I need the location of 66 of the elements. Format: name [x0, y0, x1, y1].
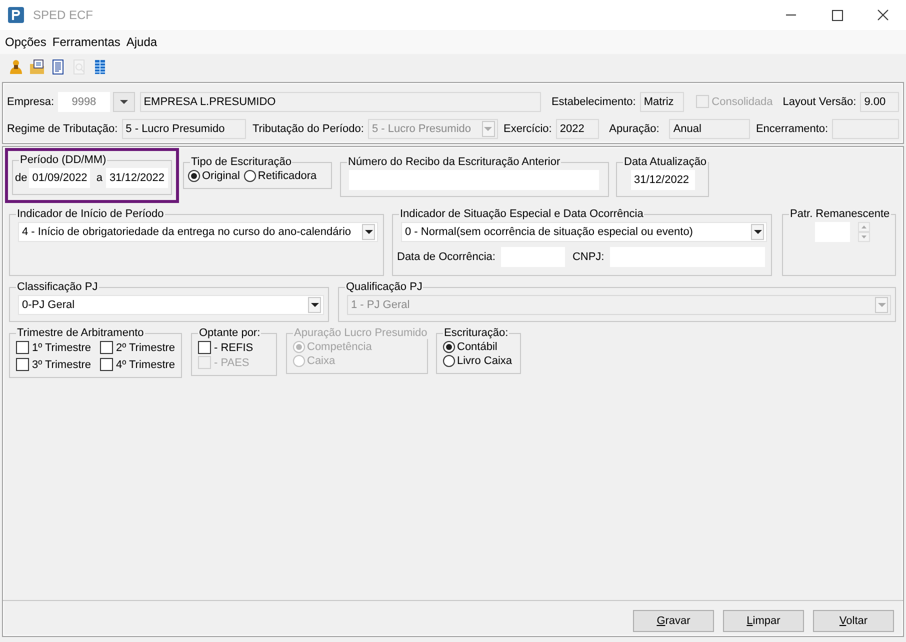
company-code-field[interactable]: 9998 [58, 92, 110, 112]
group-title: Indicador de Início de Período [16, 208, 165, 220]
encerramento-field [832, 118, 899, 138]
field-label: Exercício: [504, 122, 552, 134]
field-label: Empresa: [7, 96, 54, 108]
group-title: Escrituração: [443, 327, 510, 339]
establishment-field: Matriz [640, 92, 684, 112]
checkbox[interactable]: - REFIS [198, 341, 270, 354]
app-icon [8, 7, 24, 23]
group-title: Apuração Lucro Presumido [293, 327, 428, 339]
group-title: Data Atualização [623, 156, 708, 168]
group-title: Período (DD/MM) [19, 154, 108, 166]
folder-icon[interactable] [28, 59, 44, 75]
group-title: Optante por: [198, 327, 262, 339]
menu-item[interactable]: Ajuda [123, 33, 160, 51]
radio-button[interactable]: Contábil [443, 341, 510, 353]
apuracao-field: Anual [669, 118, 750, 138]
field-label: CNPJ: [572, 251, 604, 263]
radio-button[interactable]: Original [188, 170, 240, 182]
layout-version-field: 9.00 [860, 92, 900, 112]
action-button[interactable]: Limpar [723, 610, 804, 632]
radio-button[interactable]: Retificadora [244, 170, 317, 182]
classification-dropdown[interactable]: 0-PJ Geral [18, 295, 324, 315]
caret-icon [754, 230, 762, 234]
caret-icon [310, 303, 318, 307]
checkbox[interactable]: 4º Trimestre [100, 358, 184, 371]
caret-icon [364, 230, 372, 234]
field-label: Layout Versão: [782, 96, 856, 108]
field-label: Tributação do Período: [252, 122, 364, 134]
checkbox[interactable]: 3º Trimestre [16, 358, 100, 371]
figure-icon[interactable] [8, 59, 24, 75]
group-title: Tipo de Escrituração [190, 156, 292, 168]
group-title: Indicador de Situação Especial e Data Ocorrência [399, 208, 644, 220]
document-icon[interactable] [50, 59, 66, 75]
group-title: Número do Recibo da Escrituração Anterior [347, 156, 562, 168]
checkbox[interactable]: 1º Trimestre [16, 341, 100, 354]
field-label: Regime de Tributação: [7, 122, 118, 134]
field-label: Encerramento: [756, 122, 828, 134]
menu-item[interactable]: Ferramentas [49, 33, 124, 51]
group-title: Trimestre de Arbitramento [16, 327, 145, 339]
field-label: a [96, 172, 102, 184]
action-button[interactable]: Voltar [813, 610, 894, 632]
start-indicator-dropdown[interactable]: 4 - Início de obrigatoriedade da entrega no curso do ano-calendário [18, 222, 378, 242]
start-date-field[interactable]: 01/09/2022 [29, 168, 90, 188]
menu-item[interactable]: Opções [2, 33, 50, 51]
group-title: Patr. Remanescente [789, 208, 891, 220]
field-label: Data de Ocorrência: [397, 251, 496, 263]
group-title: Qualificação PJ [345, 281, 424, 293]
caret-icon [120, 100, 128, 104]
situation-dropdown[interactable]: 0 - Normal(sem ocorrência de situação especial ou evento) [401, 222, 767, 242]
window-title: SPED ECF [33, 8, 94, 22]
exercicio-field: 2022 [556, 118, 600, 138]
end-date-field[interactable]: 31/12/2022 [106, 168, 168, 188]
field-label: Estabelecimento: [551, 96, 636, 108]
action-button[interactable]: Gravar [633, 610, 714, 632]
radio-button[interactable]: Livro Caixa [443, 355, 510, 367]
regime-field: 5 - Lucro Presumido [122, 118, 246, 138]
caret-icon [484, 126, 492, 130]
caret-icon [878, 303, 886, 307]
company-name-field: EMPRESA L.PRESUMIDO [140, 92, 542, 112]
field-label: Apuração: [609, 122, 660, 134]
checkbox[interactable]: 2º Trimestre [100, 341, 184, 354]
field-label: de [15, 172, 28, 184]
dropdown-button[interactable] [112, 92, 135, 112]
group-title: Classificação PJ [16, 281, 99, 293]
update-date-field[interactable]: 31/12/2022 [631, 170, 695, 190]
